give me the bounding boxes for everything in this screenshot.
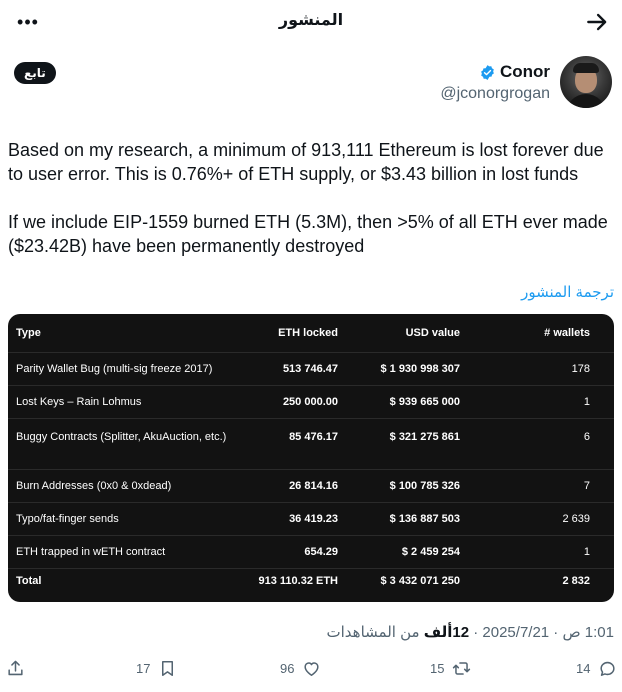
arrow-right-icon[interactable] (584, 9, 610, 35)
repost-icon (453, 662, 471, 675)
cell-type: Parity Wallet Bug (multi-sig freeze 2017… (8, 351, 238, 385)
column-header-usd-value: USD value (405, 326, 460, 339)
post-paragraph-2: If we include EIP-1559 burned ETH (5.3M)… (8, 212, 608, 256)
post-image-table[interactable]: Type ETH locked USD value # wallets Pari… (8, 314, 614, 602)
cell-total-usd: $ 3 432 071 250 (346, 567, 468, 602)
cell-usd: $ 2 459 254 (346, 534, 468, 568)
cell-wallets: 1 (468, 534, 614, 568)
table-row: Lost Keys – Rain Lohmus 250 000.00 $ 939… (8, 384, 614, 418)
cell-total-eth: 913 110.32 ETH (238, 567, 346, 602)
post-time[interactable]: 1:01 ص (562, 624, 614, 641)
cell-eth: 85 476.17 (238, 417, 346, 469)
verified-badge-icon (481, 64, 494, 80)
author-block: Conor @jconorgrogan (212, 56, 612, 112)
cell-usd: $ 136 887 503 (346, 501, 468, 535)
author-handle[interactable]: @jconorgrogan (440, 85, 550, 103)
author-name-row: Conor (479, 62, 550, 82)
cell-wallets: 2 639 (468, 501, 614, 535)
cell-wallets: 7 (468, 468, 614, 502)
page-title: المنشور (278, 12, 344, 29)
like-button[interactable]: 96 (280, 659, 321, 678)
cell-wallets: 178 (468, 351, 614, 385)
heart-icon (304, 662, 320, 676)
post-paragraph-1: Based on my research, a minimum of 913,1… (8, 140, 604, 184)
cell-wallets: 6 (468, 417, 614, 469)
bookmark-button[interactable]: 17 (136, 659, 177, 678)
cell-eth: 513 746.47 (238, 351, 346, 385)
table-row: Burn Addresses (0x0 & 0xdead) 26 814.16 … (8, 468, 614, 502)
like-count: 96 (280, 661, 295, 676)
cell-type: Typo/fat-finger sends (8, 501, 238, 535)
translate-post-link[interactable]: ترجمة المنشور (521, 283, 614, 301)
table-total-row: Total 913 110.32 ETH $ 3 432 071 250 2 8… (8, 567, 614, 602)
reply-count: 14 (576, 661, 591, 676)
table-row: Parity Wallet Bug (multi-sig freeze 2017… (8, 351, 614, 385)
bookmark-icon (162, 661, 174, 676)
share-button[interactable] (6, 659, 25, 678)
table-header-row: Type ETH locked USD value # wallets (8, 314, 614, 352)
cell-wallets: 1 (468, 384, 614, 418)
reply-button[interactable]: 14 (576, 659, 617, 678)
column-header-type: Type (16, 326, 41, 339)
table-row: Typo/fat-finger sends 36 419.23 $ 136 88… (8, 501, 614, 535)
cell-type: Burn Addresses (0x0 & 0xdead) (8, 468, 238, 502)
cell-total-label: Total (8, 567, 238, 602)
cell-total-wallets: 2 832 (468, 567, 614, 602)
views-label: من المشاهدات (326, 624, 420, 641)
follow-button[interactable]: تابع (14, 62, 56, 84)
top-bar: ••• المنشور (0, 0, 622, 44)
cell-eth: 654.29 (238, 534, 346, 568)
action-bar: 17 96 15 14 (0, 655, 622, 683)
cell-usd: $ 321 275 861 (346, 417, 468, 469)
cell-usd: $ 939 665 000 (346, 384, 468, 418)
avatar[interactable] (560, 56, 612, 108)
table-row: ETH trapped in wETH contract 654.29 $ 2 … (8, 534, 614, 568)
reply-icon (600, 661, 616, 676)
bookmark-count: 17 (136, 661, 151, 676)
table-row: Buggy Contracts (Splitter, AkuAuction, e… (8, 417, 614, 469)
cell-usd: $ 100 785 326 (346, 468, 468, 502)
cell-eth: 36 419.23 (238, 501, 346, 535)
cell-type: Buggy Contracts (Splitter, AkuAuction, e… (8, 417, 238, 469)
share-icon (8, 660, 23, 676)
views-count: 12ألف (423, 624, 470, 641)
author-name[interactable]: Conor (500, 62, 550, 82)
lost-eth-table: Type ETH locked USD value # wallets Pari… (8, 314, 614, 602)
post-text: Based on my research, a minimum of 913,1… (8, 138, 614, 282)
cell-eth: 250 000.00 (238, 384, 346, 418)
cell-type: Lost Keys – Rain Lohmus (8, 384, 238, 418)
repost-count: 15 (430, 661, 445, 676)
repost-button[interactable]: 15 (430, 659, 471, 678)
column-header-eth-locked: ETH locked (278, 326, 338, 339)
cell-eth: 26 814.16 (238, 468, 346, 502)
cell-type: ETH trapped in wETH contract (8, 534, 238, 568)
post-date[interactable]: 2025/7/21 (482, 624, 549, 641)
column-header-wallets: # wallets (544, 326, 590, 339)
post-meta: 1:01 ص · 2025/7/21 · 12ألف من المشاهدات (326, 624, 615, 641)
cell-usd: $ 1 930 998 307 (346, 351, 468, 385)
